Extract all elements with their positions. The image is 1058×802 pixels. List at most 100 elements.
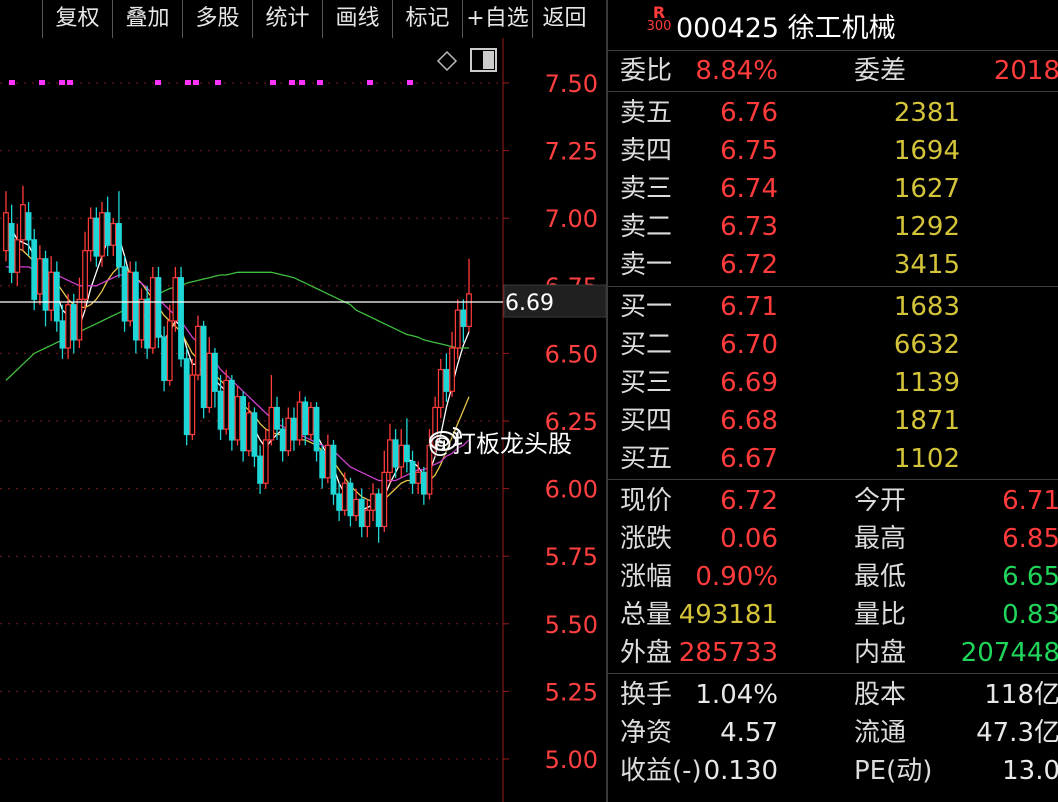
candle[interactable] xyxy=(121,256,128,332)
statistics-button[interactable]: 统计 xyxy=(252,0,322,38)
candle[interactable] xyxy=(262,429,269,489)
sell-level-row[interactable]: 卖二 6.73 1292 xyxy=(608,208,1058,246)
diamond-icon[interactable] xyxy=(436,50,458,72)
buy-level-row[interactable]: 买一 6.71 1683 xyxy=(608,288,1058,326)
back-button[interactable]: 返回 xyxy=(532,0,596,38)
buy-level-row[interactable]: 买二 6.70 6632 xyxy=(608,326,1058,364)
candle[interactable] xyxy=(245,402,252,457)
candle[interactable] xyxy=(234,385,241,446)
candle[interactable] xyxy=(3,191,9,262)
buy-level-row[interactable]: 买五 6.67 1102 xyxy=(608,440,1058,478)
candle[interactable] xyxy=(466,258,472,332)
candle[interactable] xyxy=(144,285,151,359)
candle[interactable] xyxy=(437,358,444,419)
candle[interactable] xyxy=(268,375,275,446)
candle[interactable] xyxy=(31,229,38,311)
candle[interactable] xyxy=(279,418,286,462)
candle[interactable] xyxy=(99,201,105,267)
candle[interactable] xyxy=(212,347,218,408)
candle[interactable] xyxy=(155,266,162,348)
candle[interactable] xyxy=(240,391,247,462)
buy-level-row[interactable]: 买四 6.68 1871 xyxy=(608,402,1058,440)
candle[interactable] xyxy=(409,450,416,495)
candle[interactable] xyxy=(375,488,382,543)
kline-chart[interactable]: 7.507.257.006.756.506.256.005.755.505.25… xyxy=(0,38,606,802)
fundamental-row[interactable]: 净资 4.57 流通 47.3亿 xyxy=(608,714,1058,752)
fuquan-button[interactable]: 复权 xyxy=(42,0,112,38)
candle[interactable] xyxy=(178,266,184,367)
fundamental-row[interactable]: 换手 1.04% 股本 118亿 xyxy=(608,676,1058,714)
candle[interactable] xyxy=(308,402,314,440)
candle[interactable] xyxy=(36,245,43,305)
candle[interactable] xyxy=(364,499,371,538)
candle[interactable] xyxy=(42,250,49,327)
stock-header[interactable]: R 300 000425 徐工机械 xyxy=(608,0,1058,48)
candle[interactable] xyxy=(116,191,122,278)
add-watchlist-button[interactable]: +自选 xyxy=(462,0,532,38)
fundamental-row[interactable]: 收益(-) 0.130 PE(动) 13.0 xyxy=(608,752,1058,790)
candle[interactable] xyxy=(443,353,450,403)
candle[interactable] xyxy=(65,293,72,359)
candle[interactable] xyxy=(104,196,111,257)
candle[interactable] xyxy=(251,407,258,467)
candle[interactable] xyxy=(223,369,230,435)
candle[interactable] xyxy=(149,266,156,354)
candle[interactable] xyxy=(387,423,393,484)
candle[interactable] xyxy=(257,445,263,495)
candle[interactable] xyxy=(460,299,467,343)
candle[interactable] xyxy=(110,218,117,257)
candle[interactable] xyxy=(87,207,94,262)
stat-row[interactable]: 总量 493181 量比 0.83 xyxy=(608,596,1058,634)
candle[interactable] xyxy=(228,375,235,451)
candle[interactable] xyxy=(53,261,60,332)
stat-row[interactable]: 现价 6.72 今开 6.71 xyxy=(608,482,1058,520)
candle[interactable] xyxy=(347,477,354,527)
candle[interactable] xyxy=(285,407,292,457)
candle[interactable] xyxy=(138,288,145,348)
candle[interactable] xyxy=(166,304,173,386)
stat-row[interactable]: 涨跌 0.06 最高 6.85 xyxy=(608,520,1058,558)
candle[interactable] xyxy=(403,418,410,473)
sell-level-row[interactable]: 卖三 6.74 1627 xyxy=(608,170,1058,208)
candle[interactable] xyxy=(8,204,15,284)
candle[interactable] xyxy=(420,466,427,505)
sell-level-row[interactable]: 卖四 6.75 1694 xyxy=(608,132,1058,170)
sell-level-row[interactable]: 卖五 6.76 2381 xyxy=(608,94,1058,132)
candle[interactable] xyxy=(398,429,405,478)
candle[interactable] xyxy=(449,331,455,397)
sell-level-row[interactable]: 卖一 6.72 3415 xyxy=(608,246,1058,284)
draw-line-button[interactable]: 画线 xyxy=(322,0,392,38)
candles[interactable] xyxy=(3,185,472,543)
candle[interactable] xyxy=(189,358,196,440)
candle[interactable] xyxy=(48,256,55,321)
multi-stock-button[interactable]: 多股 xyxy=(182,0,252,38)
kline-svg[interactable]: 7.507.257.006.756.506.256.005.755.505.25… xyxy=(0,38,606,802)
candle[interactable] xyxy=(161,326,167,392)
candle[interactable] xyxy=(370,483,376,522)
stat-row[interactable]: 涨幅 0.90% 最低 6.65 xyxy=(608,558,1058,596)
candle[interactable] xyxy=(14,223,21,286)
candle[interactable] xyxy=(132,261,139,354)
stat-row[interactable]: 外盘 285733 内盘 207448 xyxy=(608,634,1058,672)
candle[interactable] xyxy=(200,320,207,419)
candle[interactable] xyxy=(195,315,201,381)
candle[interactable] xyxy=(82,231,88,311)
candle[interactable] xyxy=(183,347,190,446)
candle[interactable] xyxy=(206,337,213,413)
candle[interactable] xyxy=(296,391,303,446)
candle[interactable] xyxy=(324,434,331,484)
buy-level-row[interactable]: 买三 6.69 1139 xyxy=(608,364,1058,402)
candle[interactable] xyxy=(454,299,461,359)
mark-button[interactable]: 标记 xyxy=(392,0,462,38)
candle[interactable] xyxy=(93,207,100,267)
candle[interactable] xyxy=(76,277,83,348)
candle[interactable] xyxy=(20,185,26,251)
candle[interactable] xyxy=(341,472,348,516)
candle[interactable] xyxy=(319,445,326,489)
chart-icons[interactable] xyxy=(436,48,497,72)
candle[interactable] xyxy=(415,461,422,495)
candle[interactable] xyxy=(330,439,337,505)
candle[interactable] xyxy=(59,304,66,359)
candle[interactable] xyxy=(313,402,320,462)
candle[interactable] xyxy=(291,407,297,451)
